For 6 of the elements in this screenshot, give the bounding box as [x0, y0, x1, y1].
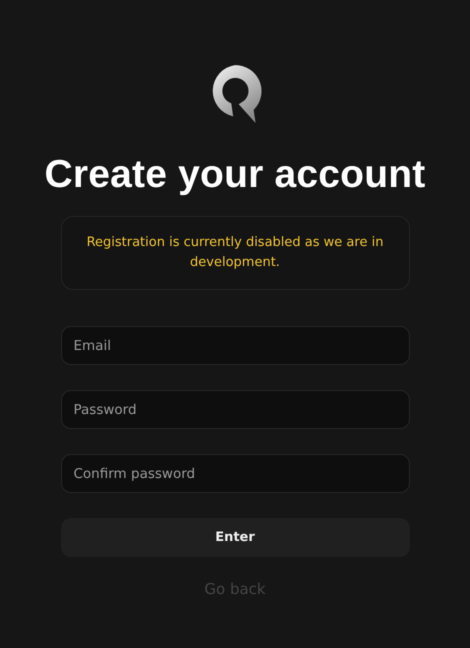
page-title: Create your account — [44, 152, 426, 198]
input-field[interactable]: Confirm password — [60, 454, 410, 493]
input-field[interactable]: Password — [60, 390, 410, 429]
enter-button[interactable]: Enter — [60, 518, 410, 557]
notice-box: Registration is currently disabled as we are in development. — [60, 216, 410, 290]
input-field[interactable]: Email — [60, 326, 410, 365]
